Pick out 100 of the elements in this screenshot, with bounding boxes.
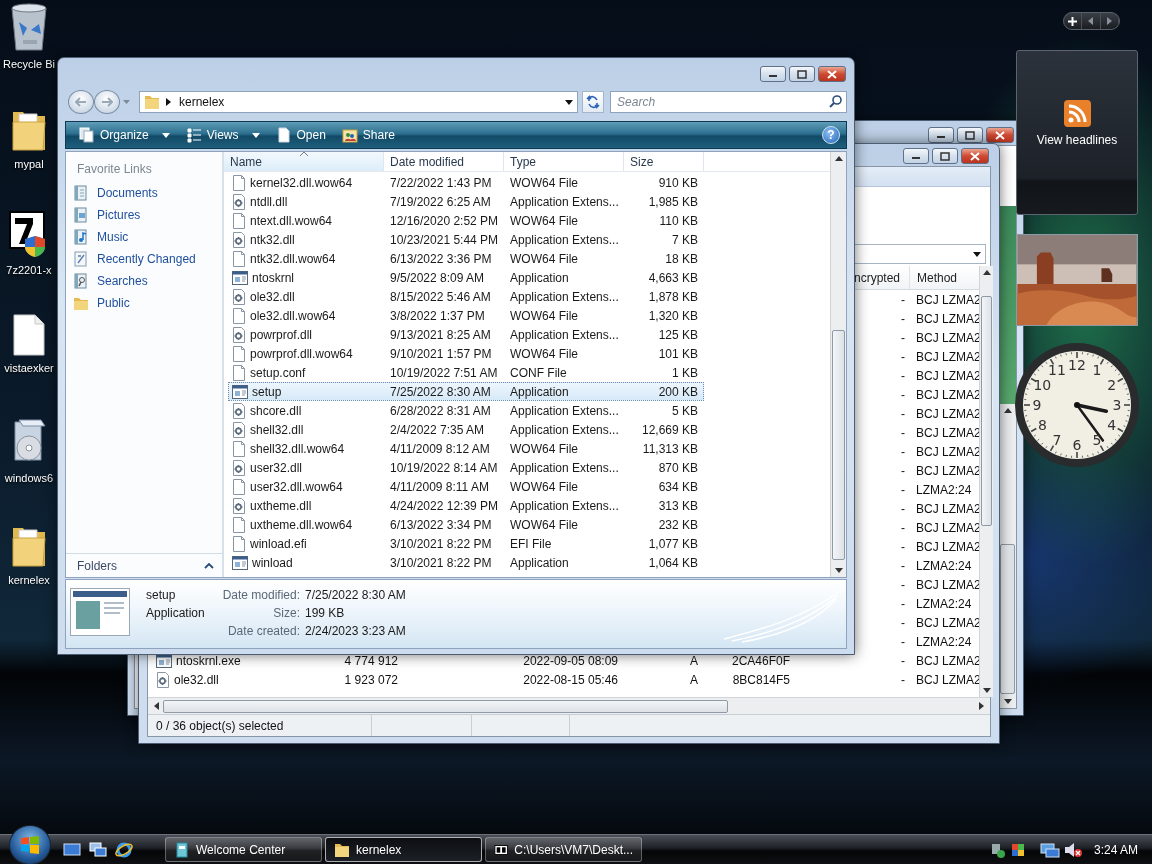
file-row[interactable]: winload 3/10/2021 8:22 PM Application 1,064 KB xyxy=(228,553,704,572)
scroll-thumb[interactable] xyxy=(1000,544,1015,694)
maximize-button[interactable] xyxy=(932,148,958,164)
icon-label[interactable]: kernelex xyxy=(8,574,50,586)
page-icon xyxy=(232,250,246,267)
file-row[interactable]: uxtheme.dll 4/24/2022 12:39 PM Application Extens... 313 KB xyxy=(228,496,704,515)
scroll-down-icon[interactable] xyxy=(834,568,843,573)
table-cell-text: - xyxy=(900,615,906,630)
favorite-link[interactable]: Music xyxy=(66,226,222,248)
file-row[interactable]: kernel32.dll.wow64 7/22/2022 1:43 PM WOW64 File 910 KB xyxy=(228,173,704,192)
scroll-left-icon[interactable] xyxy=(154,702,159,710)
table-cell-text: WOW64 File xyxy=(509,441,579,456)
scroll-thumb[interactable] xyxy=(981,296,992,526)
dropdown-caret-icon[interactable] xyxy=(565,99,574,105)
toolbar-button[interactable]: Organize xyxy=(74,123,175,147)
network-icon[interactable] xyxy=(989,841,1006,858)
file-row[interactable]: ntdll.dll 7/19/2022 6:25 AM Application Extens... 1,985 KB xyxy=(228,192,704,211)
table-cell-text: Application xyxy=(509,555,570,570)
close-button[interactable] xyxy=(986,127,1014,143)
start-button[interactable] xyxy=(9,824,51,864)
taskbar-button[interactable]: kernelex xyxy=(325,837,482,862)
file-row[interactable]: ole32.dll 8/15/2022 5:46 AM Application Extens... 1,878 KB xyxy=(228,287,704,306)
scroll-up-icon[interactable] xyxy=(1003,408,1012,413)
search-field[interactable]: Search xyxy=(610,91,847,113)
clock-time[interactable]: 3:24 AM xyxy=(1093,842,1138,857)
refresh-button[interactable] xyxy=(582,91,605,113)
table-cell-text: Application Extens... xyxy=(509,327,620,342)
toolbar-button[interactable]: Views xyxy=(180,123,265,147)
scroll-thumb[interactable] xyxy=(163,699,728,713)
icon-label[interactable]: Recycle Bi xyxy=(3,58,55,70)
close-button[interactable] xyxy=(961,148,989,164)
browser-button[interactable] xyxy=(115,840,133,859)
file-row[interactable]: uxtheme.dll.wow64 6/13/2022 3:34 PM WOW64 File 232 KB xyxy=(228,515,704,534)
file-row[interactable]: shell32.dll 2/4/2022 7:35 AM Application Extens... 12,669 KB xyxy=(228,420,704,439)
scroll-up-icon[interactable] xyxy=(834,156,843,161)
icon-label[interactable]: 7z2201-x xyxy=(6,264,52,276)
column-header[interactable]: Name xyxy=(224,152,384,171)
table-cell-text: 8/15/2022 5:46 AM xyxy=(389,289,492,304)
vertical-scrollbar[interactable] xyxy=(979,266,993,697)
favorite-link[interactable]: Pictures xyxy=(66,204,222,226)
file-row[interactable]: shcore.dll 6/28/2022 8:31 AM Application Extens... 5 KB xyxy=(228,401,704,420)
gear-page-icon xyxy=(232,193,246,210)
favorite-link[interactable]: Searches xyxy=(66,270,222,292)
file-row[interactable]: ntext.dll.wow64 12/16/2020 2:52 PM WOW64 File 110 KB xyxy=(228,211,704,230)
taskbar-button[interactable]: C:\Users\VM7\Deskt... xyxy=(485,837,642,862)
file-row[interactable]: setup 7/25/2022 8:30 AM Application 200 KB xyxy=(228,382,704,401)
file-row[interactable]: setup.conf 10/19/2022 7:51 AM CONF File 1 KB xyxy=(228,363,704,382)
file-row[interactable]: user32.dll 10/19/2022 8:14 AM Application Extens... 870 KB xyxy=(228,458,704,477)
vertical-scrollbar[interactable] xyxy=(830,152,846,577)
table-cell-text: A xyxy=(689,672,699,687)
close-button[interactable] xyxy=(818,66,846,82)
toolbar-button[interactable]: Share xyxy=(336,123,400,147)
file-row[interactable]: ntk32.dll.wow64 6/13/2022 3:36 PM WOW64 File 18 KB xyxy=(228,249,704,268)
windows-stack-icon xyxy=(89,842,107,857)
scroll-down-icon[interactable] xyxy=(982,688,991,693)
file-row[interactable]: winload.efi 3/10/2021 8:22 PM EFI File 1,077 KB xyxy=(228,534,704,553)
icon-label[interactable]: vistaexker xyxy=(4,362,54,374)
file-row[interactable]: ntk32.dll 10/23/2021 5:44 PM Application Extens... 7 KB xyxy=(228,230,704,249)
column-header[interactable]: ncrypted xyxy=(854,266,909,289)
dropdown-caret-icon[interactable] xyxy=(973,251,981,257)
icon-label[interactable]: mypal xyxy=(14,158,44,170)
monitor-icon[interactable] xyxy=(1039,841,1060,858)
shield-icon[interactable] xyxy=(1009,841,1026,858)
favorite-link[interactable]: Recently Changed xyxy=(66,248,222,270)
speaker-muted-icon[interactable] xyxy=(1063,841,1082,858)
minimize-button[interactable] xyxy=(760,66,786,82)
file-row[interactable]: ntoskrnl 9/5/2022 8:09 AM Application 4,663 KB xyxy=(228,268,704,287)
minimize-button[interactable] xyxy=(903,148,929,164)
back-button[interactable] xyxy=(68,90,94,114)
blank-file-icon[interactable] xyxy=(13,314,45,356)
icon-label[interactable]: windows6 xyxy=(4,472,54,484)
gear-page-icon xyxy=(232,288,246,305)
address-bar[interactable]: kernelex xyxy=(139,91,579,113)
toolbar-button[interactable]: Open xyxy=(270,123,331,147)
scroll-down-icon[interactable] xyxy=(1003,699,1012,704)
path-field[interactable] xyxy=(853,244,986,264)
scroll-thumb[interactable] xyxy=(832,330,845,560)
maximize-button[interactable] xyxy=(789,66,815,82)
file-row[interactable]: user32.dll.wow64 4/11/2009 8:11 AM WOW64 File 634 KB xyxy=(228,477,704,496)
forward-button[interactable] xyxy=(94,90,120,114)
table-cell-text: 1,985 KB xyxy=(647,194,699,209)
favorite-link[interactable]: Public xyxy=(66,292,222,314)
maximize-button[interactable] xyxy=(957,127,983,143)
gear-page-icon xyxy=(232,497,246,514)
search-icon[interactable] xyxy=(829,95,842,108)
file-row[interactable]: powrprof.dll 9/13/2021 8:25 AM Application Extens... 125 KB xyxy=(228,325,704,344)
recycle-bin-icon[interactable] xyxy=(9,2,49,52)
file-row[interactable]: ole32.dll.wow64 3/8/2022 1:37 PM WOW64 File 1,320 KB xyxy=(228,306,704,325)
taskbar-button[interactable]: Welcome Center xyxy=(165,837,322,862)
favorite-link[interactable]: Documents xyxy=(66,182,222,204)
horizontal-scrollbar[interactable] xyxy=(148,697,990,714)
switch-windows-button[interactable] xyxy=(89,840,107,859)
feed-link[interactable]: View headlines xyxy=(1036,133,1118,147)
breadcrumb[interactable]: kernelex xyxy=(177,95,227,109)
file-row[interactable]: powrprof.dll.wow64 9/10/2021 1:57 PM WOW64 File 101 KB xyxy=(228,344,704,363)
scroll-up-icon[interactable] xyxy=(982,270,991,275)
scroll-right-icon[interactable] xyxy=(979,702,984,710)
show-desktop-button[interactable] xyxy=(63,840,81,859)
file-row[interactable]: shell32.dll.wow64 4/11/2009 8:12 AM WOW64 File 11,313 KB xyxy=(228,439,704,458)
minimize-button[interactable] xyxy=(928,127,954,143)
